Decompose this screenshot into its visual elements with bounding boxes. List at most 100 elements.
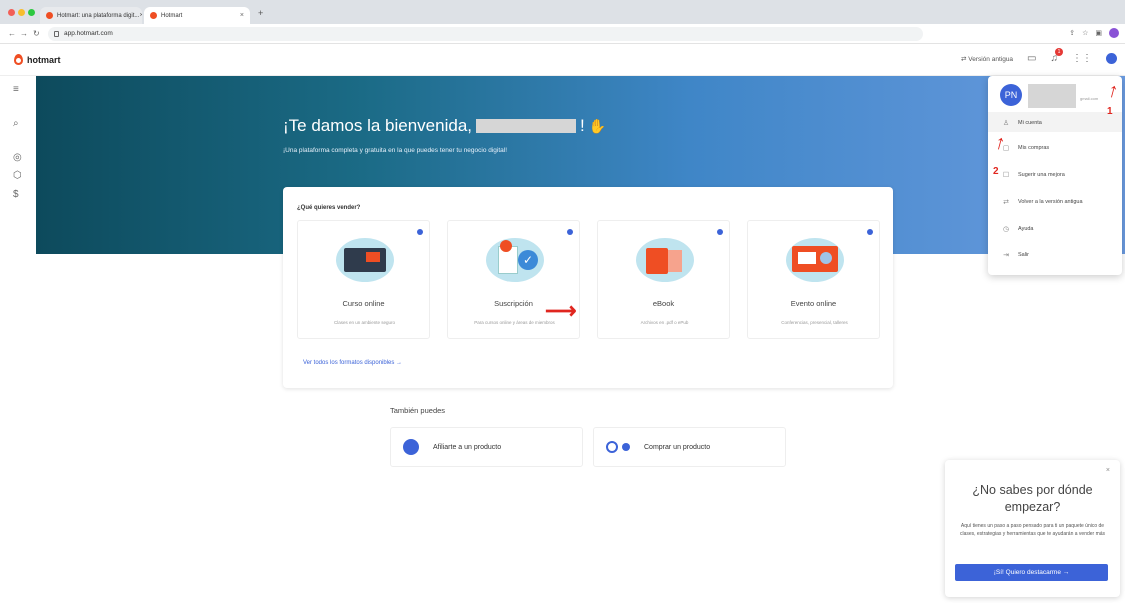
menu-item-old-version[interactable]: ⇄ Volver a la versión antigua bbox=[1002, 198, 1083, 206]
widget-text: Aquí tienes un paso a paso pensado para … bbox=[959, 523, 1106, 537]
info-icon[interactable] bbox=[867, 229, 873, 235]
hotmart-favicon-icon bbox=[150, 12, 157, 19]
sidepanel-icon[interactable]: ▣ bbox=[1095, 29, 1102, 37]
chat-icon[interactable]: ▭ bbox=[1027, 53, 1036, 64]
close-tab-icon[interactable]: × bbox=[139, 12, 142, 19]
menu-item-my-purchases[interactable]: ▢ Mis compras bbox=[1002, 144, 1049, 152]
forward-arrow-icon[interactable]: → bbox=[20, 29, 28, 38]
info-icon[interactable] bbox=[567, 229, 573, 235]
menu-item-label: Volver a la versión antigua bbox=[1018, 199, 1083, 205]
search-product-icon bbox=[606, 441, 618, 453]
affiliate-product-card[interactable]: Afiliarte a un producto bbox=[390, 427, 583, 467]
event-illustration-icon bbox=[786, 238, 844, 282]
account-dropdown: PN gmail.com ♙ Mi cuenta ▢ Mis compras ☐ Su… bbox=[988, 76, 1122, 275]
affiliate-icon bbox=[403, 439, 419, 455]
browser-toolbar: ← → ↻ app.hotmart.com ⇪ ☆ ▣ bbox=[0, 24, 1125, 44]
product-card-ebook[interactable]: eBook Archivos en .pdf o ePub bbox=[597, 220, 730, 339]
title-prefix: ¡Te damos la bienvenida, bbox=[283, 116, 473, 135]
menu-item-help[interactable]: ◷ Ayuda bbox=[1002, 225, 1034, 233]
subscription-illustration-icon: ✓ bbox=[486, 238, 544, 282]
card-description: Archivos en .pdf o ePub bbox=[640, 320, 689, 325]
search-icon[interactable]: ⌕ bbox=[13, 118, 19, 129]
waving-hand-icon: ✋ bbox=[588, 117, 607, 134]
dashboard-icon[interactable]: ◎ bbox=[13, 152, 22, 163]
info-icon[interactable] bbox=[417, 229, 423, 235]
onboarding-widget: × ¿No sabes por dónde empezar? Aquí tien… bbox=[945, 460, 1120, 597]
lock-icon bbox=[54, 31, 59, 37]
dropdown-avatar: PN bbox=[1000, 84, 1022, 106]
switch-icon: ⇄ bbox=[1003, 199, 1009, 206]
menu-item-label: Salir bbox=[1018, 252, 1030, 258]
annotation-step-1: 1 bbox=[1107, 106, 1113, 117]
redacted-name bbox=[476, 119, 577, 133]
plus-icon bbox=[622, 443, 630, 451]
hotmart-favicon-icon bbox=[46, 12, 53, 19]
user-avatar[interactable] bbox=[1106, 53, 1117, 64]
address-bar[interactable]: app.hotmart.com bbox=[48, 27, 923, 41]
url-text: app.hotmart.com bbox=[64, 30, 113, 37]
reload-icon[interactable]: ↻ bbox=[33, 29, 40, 38]
page-title: ¡Te damos la bienvenida, ! ✋ bbox=[283, 116, 606, 136]
menu-item-label: Mi cuenta bbox=[1018, 120, 1042, 126]
menu-item-label: Ayuda bbox=[1018, 226, 1034, 232]
share-icon[interactable]: ⇪ bbox=[1069, 29, 1075, 37]
apps-grid-icon[interactable]: ⋮⋮ bbox=[1072, 53, 1092, 64]
sell-question: ¿Qué quieres vender? bbox=[297, 205, 361, 211]
all-formats-link[interactable]: Ver todos los formatos disponibles → bbox=[303, 360, 402, 366]
affiliate-label: Afiliarte a un producto bbox=[433, 443, 502, 451]
maximize-window-dot[interactable] bbox=[28, 9, 35, 16]
minimize-window-dot[interactable] bbox=[18, 9, 25, 16]
back-arrow-icon[interactable]: ← bbox=[8, 29, 16, 38]
title-suffix: ! bbox=[580, 116, 585, 135]
menu-item-label: Mis compras bbox=[1018, 145, 1050, 151]
buy-product-card[interactable]: Comprar un producto bbox=[593, 427, 786, 467]
menu-item-label: Sugerir una mejora bbox=[1018, 172, 1065, 178]
stand-out-button[interactable]: ¡Sí! Quiero destacarme → bbox=[955, 564, 1108, 581]
card-title: Curso online bbox=[342, 299, 385, 308]
help-icon: ◷ bbox=[1002, 226, 1010, 233]
annotation-right-arrow-icon: ⟶ bbox=[545, 298, 577, 323]
products-box-icon[interactable]: ⬡ bbox=[13, 170, 22, 181]
course-illustration-icon bbox=[336, 238, 394, 282]
new-tab-button[interactable]: + bbox=[258, 8, 263, 18]
tab-title: Hotmart: una plataforma digit... bbox=[57, 12, 140, 19]
chat-icon: ☐ bbox=[1002, 172, 1010, 179]
logout-icon: ⇥ bbox=[1003, 252, 1009, 259]
hotmart-flame-icon bbox=[14, 54, 23, 65]
browser-tab-2[interactable]: Hotmart × bbox=[144, 7, 250, 24]
redacted-user-name bbox=[1028, 84, 1076, 108]
close-icon[interactable]: × bbox=[1106, 467, 1110, 474]
menu-item-suggest[interactable]: ☐ Sugerir una mejora bbox=[1002, 171, 1065, 179]
hotmart-logo[interactable]: hotmart bbox=[14, 54, 61, 65]
left-sidebar: ≡ ⌕ ◎ ⬡ $ bbox=[0, 76, 36, 603]
email-hint: gmail.com bbox=[1080, 96, 1099, 101]
buy-label: Comprar un producto bbox=[644, 443, 711, 451]
menu-item-logout[interactable]: ⇥ Salir bbox=[1002, 251, 1029, 259]
product-card-online-course[interactable]: Curso online Clases en un ambiente segur… bbox=[297, 220, 430, 339]
browser-profile-avatar[interactable] bbox=[1109, 28, 1119, 38]
menu-icon[interactable]: ≡ bbox=[13, 84, 19, 95]
annotation-step-2: 2 bbox=[993, 166, 999, 177]
menu-item-my-account[interactable]: ♙ Mi cuenta bbox=[1002, 119, 1042, 127]
ebook-illustration-icon bbox=[636, 238, 694, 282]
product-card-online-event[interactable]: Evento online Conferencias, presencial, … bbox=[747, 220, 880, 339]
browser-tab-1[interactable]: Hotmart: una plataforma digit... × bbox=[40, 7, 142, 24]
card-description: Clases en un ambiente seguro bbox=[333, 320, 396, 325]
bookmark-star-icon[interactable]: ☆ bbox=[1082, 29, 1088, 37]
tab-title: Hotmart bbox=[161, 12, 183, 19]
notification-badge: 1 bbox=[1055, 48, 1063, 56]
money-icon[interactable]: $ bbox=[13, 189, 19, 200]
hero-subtitle: ¡Una plataforma completa y gratuita en l… bbox=[283, 147, 508, 154]
old-version-link[interactable]: ⇄ Versión antigua bbox=[961, 55, 1013, 63]
close-tab-icon[interactable]: × bbox=[240, 12, 244, 19]
bell-icon[interactable]: ♫ 1 bbox=[1051, 48, 1063, 64]
card-title: Evento online bbox=[790, 299, 837, 308]
app-header: hotmart ⇄ Versión antigua ▭ ♫ 1 ⋮⋮ bbox=[0, 44, 1125, 76]
card-description: Conferencias, presencial, talleres bbox=[781, 320, 848, 325]
widget-title: ¿No sabes por dónde empezar? bbox=[972, 483, 1093, 514]
browser-tabbar: Hotmart: una plataforma digit... × Hotma… bbox=[0, 0, 1125, 24]
close-window-dot[interactable] bbox=[8, 9, 15, 16]
info-icon[interactable] bbox=[717, 229, 723, 235]
logo-text: hotmart bbox=[27, 54, 61, 65]
card-title: eBook bbox=[652, 299, 675, 308]
